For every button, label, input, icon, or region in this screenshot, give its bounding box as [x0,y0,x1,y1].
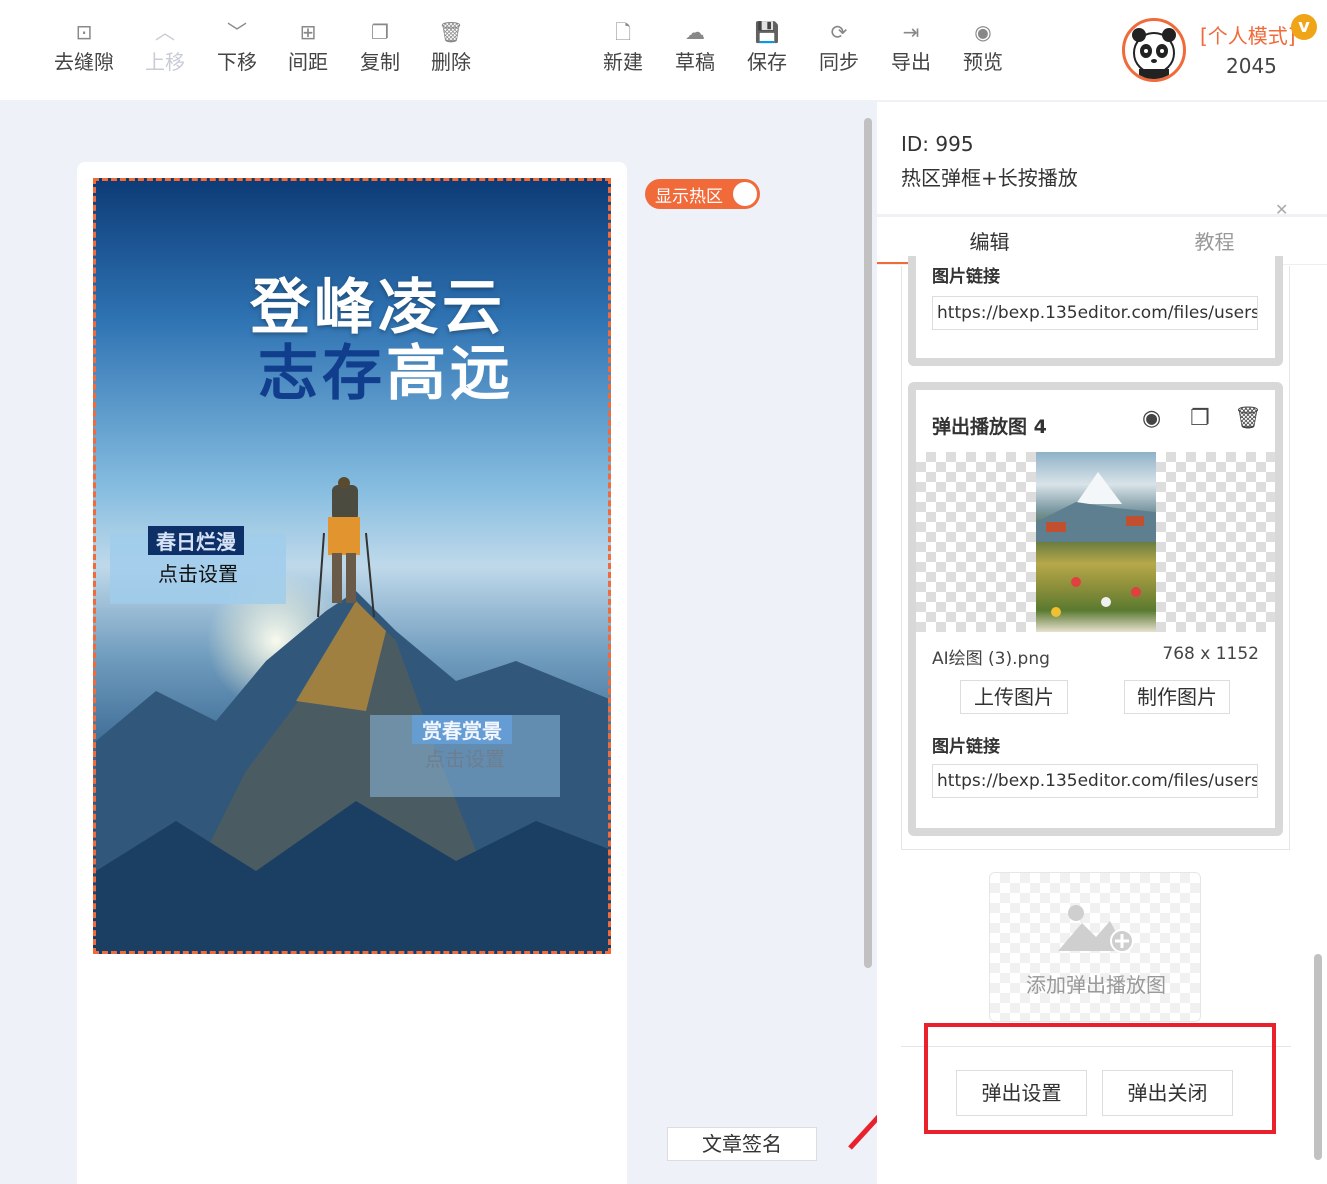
hotspot-1-label: 点击设置 [158,562,238,586]
poster-title-line2-a: 志存 [258,339,386,409]
hotspot-1-tag: 春日烂漫 [148,526,244,555]
avatar[interactable] [1122,18,1186,82]
highlight-box [924,1023,1276,1134]
move-up-button[interactable]: ︿ 上移 [129,18,201,75]
preview-button[interactable]: ◉ 预览 [947,18,1019,75]
template-name: 热区弹框+长按播放 [901,166,1078,190]
hiker-figure [317,477,375,618]
image-link-label: 图片链接 [932,267,1000,287]
make-image-button[interactable]: 制作图片 [1124,680,1230,714]
add-popup-image-label: 添加弹出播放图 [1026,973,1166,997]
sync-button[interactable]: ⟳ 同步 [803,18,875,75]
file-size: 768 x 1152 [1162,644,1259,664]
tab-edit[interactable]: 编辑 [877,226,1102,255]
poster-title-line2-b: 高远 [386,339,514,409]
toggle-knob [733,182,757,206]
template-id: ID: 995 [901,132,974,156]
image-link-input[interactable]: https://bexp.135editor.com/files/users/1… [932,296,1258,330]
top-toolbar: ⊡ 去缝隙 ︿ 上移 ﹀ 下移 ⊞ 间距 ❐ 复制 🗑 删除 🗋 新建 ☁ 草稿… [0,0,1327,100]
canvas-scrollbar[interactable] [864,118,872,968]
right-panel: ID: 995 热区弹框+长按播放 ✕ 编辑 教程 图片链接 https://b… [877,102,1327,1184]
eye-icon[interactable]: ◉ [1142,406,1161,431]
image-preview [916,452,1275,632]
export-icon: ⇥ [902,20,920,44]
show-hotspot-label: 显示热区 [655,187,723,207]
meadow-thumbnail-art [1036,472,1156,617]
gap-icon: ⊡ [75,20,93,44]
export-button[interactable]: ⇥ 导出 [875,18,947,75]
copy-icon: ❐ [371,20,389,44]
hotspot-2-label: 点击设置 [425,747,505,771]
save-icon: 💾 [754,20,780,44]
copy-button[interactable]: ❐ 复制 [344,18,416,75]
panel-divider [877,214,1327,217]
add-image-icon [1058,905,1134,953]
upload-image-button[interactable]: 上传图片 [960,680,1068,714]
remove-gap-button[interactable]: ⊡ 去缝隙 [48,18,120,75]
hotspot-2[interactable]: 赏春赏景 点击设置 [370,715,560,797]
copy-icon[interactable]: ❐ [1190,406,1210,431]
panda-avatar-icon [1132,28,1176,79]
chevron-up-icon: ︿ [155,20,175,44]
trash-icon: 🗑 [438,20,464,44]
sync-icon: ⟳ [830,20,848,44]
chevron-down-icon: ﹀ [227,20,247,44]
popup-image-block-4: 弹出播放图 4 ◉ ❐ 🗑 AI绘图 (3).png 768 x 1152 上传… [908,382,1283,836]
poster-image[interactable]: 登峰凌云 志存高远 春日烂漫 点击设置 赏春赏景 点击设置 [93,178,611,954]
move-down-button[interactable]: ﹀ 下移 [201,18,273,75]
file-name: AI绘图 (3).png [932,649,1050,669]
spacing-button[interactable]: ⊞ 间距 [272,18,344,75]
panel-scrollbar[interactable] [1314,954,1322,1160]
image-link-input[interactable]: https://bexp.135editor.com/files/users/1… [932,764,1258,798]
user-id: 2045 [1226,54,1277,78]
add-popup-image-button[interactable]: 添加弹出播放图 [989,872,1201,1022]
poster-title-line2: 志存高远 [258,325,514,412]
draft-button[interactable]: ☁ 草稿 [659,18,731,75]
show-hotspot-toggle[interactable]: 显示热区 [645,179,760,209]
popup-image-list: 图片链接 https://bexp.135editor.com/files/us… [901,256,1290,850]
tab-tutorial[interactable]: 教程 [1102,226,1327,255]
article-signature-button[interactable]: 文章签名 [667,1127,817,1161]
popup-image-title: 弹出播放图 4 [932,416,1047,438]
personal-mode-link[interactable]: [个人模式] [1200,20,1296,49]
hotspot-1[interactable]: 春日烂漫 点击设置 [110,526,286,604]
vip-badge: v [1291,14,1317,40]
cloud-icon: ☁ [685,20,705,44]
image-thumbnail [1036,452,1156,632]
image-link-label: 图片链接 [932,737,1000,757]
save-button[interactable]: 💾 保存 [731,18,803,75]
new-button[interactable]: 🗋 新建 [587,18,659,75]
trash-icon[interactable]: 🗑 [1234,406,1262,431]
delete-button[interactable]: 🗑 删除 [415,18,487,75]
spacing-icon: ⊞ [299,20,317,44]
hotspot-2-tag: 赏春赏景 [412,715,512,744]
new-file-icon: 🗋 [614,20,632,44]
eye-icon: ◉ [974,20,992,44]
popup-image-block-3: 图片链接 https://bexp.135editor.com/files/us… [908,256,1283,366]
